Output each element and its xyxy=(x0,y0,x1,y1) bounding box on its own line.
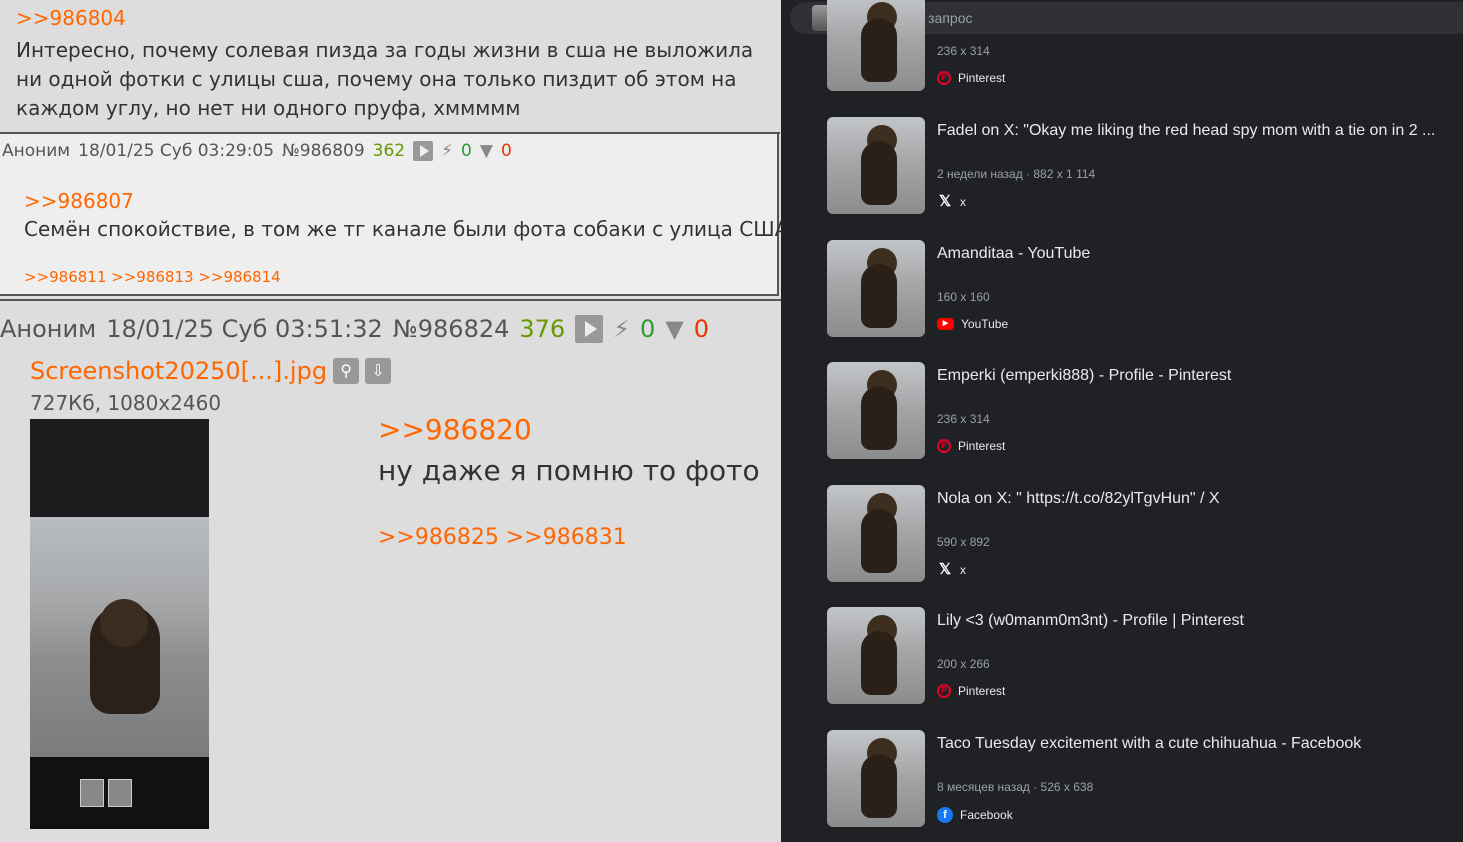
like-icon[interactable]: ⚡ xyxy=(441,141,453,161)
search-result[interactable]: Fadel on X: "Okay me liking the red head… xyxy=(827,117,1463,215)
play-icon[interactable] xyxy=(413,141,434,161)
result-thumbnail[interactable] xyxy=(827,240,925,337)
search-result[interactable]: 236 x 314 P Pinterest xyxy=(827,0,1463,91)
post-date: 18/01/25 Суб 03:51:32 xyxy=(106,315,383,343)
reply-link[interactable]: >>986820 xyxy=(378,413,532,446)
result-title[interactable]: Fadel on X: "Okay me liking the red head… xyxy=(937,122,1435,140)
result-source[interactable]: P Pinterest xyxy=(937,71,1005,85)
result-source[interactable]: P Pinterest xyxy=(937,439,1005,453)
play-icon[interactable] xyxy=(575,315,604,343)
post-number[interactable]: №986824 xyxy=(393,315,510,343)
post-header: Аноним 18/01/25 Суб 03:51:32 №986824 376… xyxy=(0,315,709,343)
result-title[interactable]: Amanditaa - YouTube xyxy=(937,245,1090,263)
reply-link[interactable]: >>986804 xyxy=(16,6,126,30)
post-count: 362 xyxy=(372,141,406,161)
dislike-count: 0 xyxy=(500,141,512,161)
result-meta: 160 x 160 xyxy=(937,290,990,304)
result-title[interactable]: Nola on X: " https://t.co/82ylTgvHun" / … xyxy=(937,490,1220,508)
result-thumbnail[interactable] xyxy=(827,117,925,214)
post-number[interactable]: №986809 xyxy=(282,141,365,161)
result-title[interactable]: Taco Tuesday excitement with a cute chih… xyxy=(937,735,1361,753)
imageboard-thread: >>986804 Интересно, почему солевая пизда… xyxy=(0,0,781,842)
post-count: 376 xyxy=(519,315,566,343)
result-source[interactable]: 𝕏x xyxy=(937,194,966,210)
search-result[interactable]: Lily <3 (w0manm0m3nt) - Profile | Pinter… xyxy=(827,607,1463,705)
file-info: 727Кб, 1080x2460 xyxy=(30,391,222,415)
result-source[interactable]: ▶ YouTube xyxy=(937,317,1008,331)
result-thumbnail[interactable] xyxy=(827,607,925,704)
result-thumbnail[interactable] xyxy=(827,0,925,91)
post-header: Аноним 18/01/25 Суб 03:29:05 №986809 362… xyxy=(2,135,512,167)
result-thumbnail[interactable] xyxy=(827,362,925,459)
x-icon: 𝕏 xyxy=(938,561,952,578)
download-icon[interactable]: ⇩ xyxy=(365,358,392,384)
result-meta: 590 x 892 xyxy=(937,535,990,549)
post-date: 18/01/25 Суб 03:29:05 xyxy=(78,141,275,161)
post-text: ну даже я помню то фото xyxy=(378,454,760,487)
image-thumbnail[interactable] xyxy=(30,419,209,829)
file-name-link[interactable]: Screenshot20250[...].jpg xyxy=(30,357,327,385)
file-row: Screenshot20250[...].jpg ⚲ ⇩ xyxy=(30,357,392,385)
result-meta: 8 месяцев назад · 526 x 638 xyxy=(937,780,1094,794)
result-source[interactable]: P Pinterest xyxy=(937,684,1005,698)
result-title[interactable]: Lily <3 (w0manm0m3nt) - Profile | Pinter… xyxy=(937,612,1244,630)
result-source[interactable]: 𝕏x xyxy=(937,562,966,578)
search-result[interactable]: Taco Tuesday excitement with a cute chih… xyxy=(827,730,1463,828)
facebook-icon: f xyxy=(937,807,953,823)
post: >>986804 Интересно, почему солевая пизда… xyxy=(0,0,780,134)
x-icon: 𝕏 xyxy=(938,193,952,210)
search-result[interactable]: Amanditaa - YouTube 160 x 160 ▶ YouTube xyxy=(827,240,1463,338)
search-result[interactable]: Nola on X: " https://t.co/82ylTgvHun" / … xyxy=(827,485,1463,583)
post: Аноним 18/01/25 Суб 03:51:32 №986824 376… xyxy=(0,299,781,842)
post-author: Аноним xyxy=(0,315,97,343)
post-text: Интересно, почему солевая пизда за годы … xyxy=(16,38,754,120)
like-icon[interactable]: ⚡ xyxy=(613,315,630,343)
image-search-panel: Дополните запрос 236 x 314 PPinterest Fa… xyxy=(782,0,1463,842)
result-meta: 200 x 266 xyxy=(937,657,990,671)
dislike-icon[interactable]: ▼ xyxy=(480,141,493,161)
dislike-icon[interactable]: ▼ xyxy=(665,315,683,343)
search-image-icon[interactable]: ⚲ xyxy=(333,358,360,384)
result-title[interactable]: Emperki (emperki888) - Profile - Pintere… xyxy=(937,367,1231,385)
pinterest-icon: P xyxy=(937,684,951,698)
pinterest-icon: P xyxy=(937,439,951,453)
result-meta: 2 недели назад · 882 x 1 114 xyxy=(937,167,1096,181)
result-meta: 236 x 314 xyxy=(937,412,990,426)
search-result[interactable]: Emperki (emperki888) - Profile - Pintere… xyxy=(827,362,1463,460)
pinterest-icon: P xyxy=(937,71,951,85)
reply-link[interactable]: >>986807 xyxy=(24,189,134,213)
youtube-icon: ▶ xyxy=(937,318,954,330)
result-thumbnail[interactable] xyxy=(827,485,925,582)
post-author: Аноним xyxy=(2,141,71,161)
replies-links[interactable]: >>986811 >>986813 >>986814 xyxy=(24,268,281,286)
post-text: Семён спокойствие, в том же тг канале бы… xyxy=(24,217,781,241)
like-count: 0 xyxy=(461,141,472,161)
dislike-count: 0 xyxy=(693,315,710,343)
result-source[interactable]: f Facebook xyxy=(937,807,1013,823)
result-thumbnail[interactable] xyxy=(827,730,925,827)
like-count: 0 xyxy=(640,315,656,343)
result-meta: 236 x 314 xyxy=(937,44,990,58)
replies-links[interactable]: >>986825 >>986831 xyxy=(378,525,627,550)
post: Аноним 18/01/25 Суб 03:29:05 №986809 362… xyxy=(0,134,781,296)
